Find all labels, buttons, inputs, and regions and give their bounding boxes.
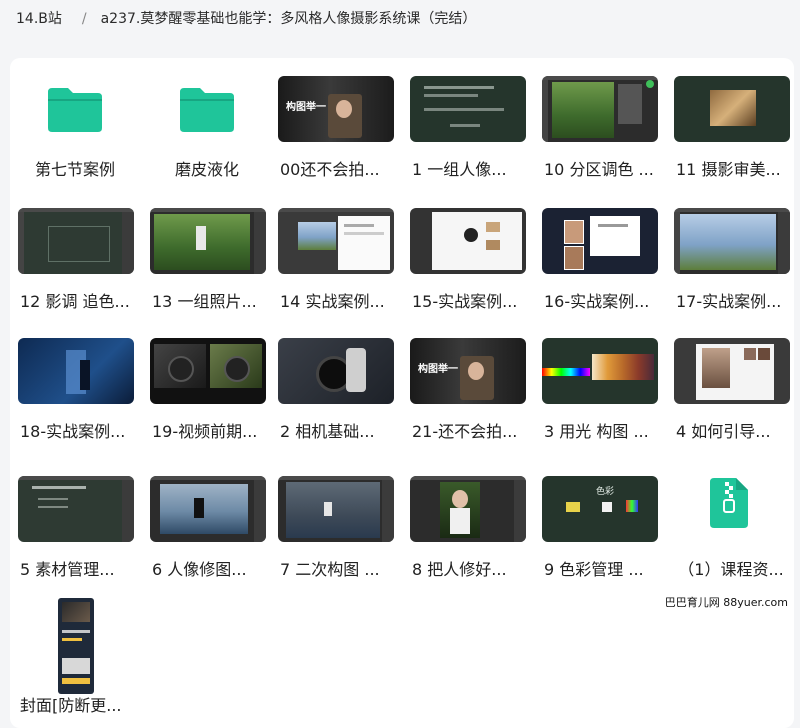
grid-item-video[interactable]: 17-实战案例... bbox=[670, 194, 792, 316]
item-label: 11 摄影审美... bbox=[676, 160, 781, 179]
video-thumbnail bbox=[18, 338, 134, 404]
item-label: 18-实战案例... bbox=[20, 422, 126, 441]
grid-item-video[interactable]: 10 分区调色 ... bbox=[538, 62, 660, 184]
grid-item-video[interactable]: 8 把人修好... bbox=[406, 462, 528, 584]
folder-icon bbox=[48, 88, 102, 132]
item-label: （1）课程资... bbox=[678, 560, 784, 579]
grid-item-video[interactable]: 5 素材管理... bbox=[14, 462, 136, 584]
video-thumbnail bbox=[150, 476, 266, 542]
grid-item-video[interactable]: 构图举一 21-还不会拍... bbox=[406, 324, 528, 446]
item-label: 21-还不会拍... bbox=[412, 422, 518, 441]
video-thumbnail bbox=[410, 76, 526, 142]
video-thumbnail: 构图举一 bbox=[278, 76, 394, 142]
grid-item-video[interactable]: 12 影调 追色... bbox=[14, 194, 136, 316]
watermark: 巴巴育儿网 88yuer.com bbox=[664, 596, 788, 609]
grid-item-video[interactable]: 15-实战案例... bbox=[406, 194, 528, 316]
grid-item-video[interactable]: 11 摄影审美... bbox=[670, 62, 792, 184]
video-thumbnail bbox=[674, 76, 790, 142]
zip-file-icon bbox=[710, 478, 748, 528]
folder-icon bbox=[180, 88, 234, 132]
grid-item-video[interactable]: 18-实战案例... bbox=[14, 324, 136, 446]
video-thumbnail bbox=[410, 476, 526, 542]
breadcrumb: 14.B站 / a237.莫梦醒零基础也能学：多风格人像摄影系统课（完结） bbox=[16, 8, 476, 30]
video-thumbnail bbox=[674, 338, 790, 404]
item-label: 17-实战案例... bbox=[676, 292, 782, 311]
grid-item-video[interactable]: 6 人像修图... bbox=[146, 462, 268, 584]
item-label: 第七节案例 bbox=[34, 160, 115, 179]
item-label: 1 一组人像... bbox=[412, 160, 507, 179]
video-thumbnail bbox=[18, 476, 134, 542]
item-label: 7 二次构图 ... bbox=[280, 560, 380, 579]
video-thumbnail bbox=[18, 208, 134, 274]
breadcrumb-current: a237.莫梦醒零基础也能学：多风格人像摄影系统课（完结） bbox=[100, 11, 477, 27]
grid-item-video[interactable]: 色彩 9 色彩管理 ... bbox=[538, 462, 660, 584]
item-label: 19-视频前期... bbox=[152, 422, 258, 441]
video-thumbnail: 色彩 bbox=[542, 476, 658, 542]
item-label: 5 素材管理... bbox=[20, 560, 115, 579]
file-grid: 第七节案例 磨皮液化 构图举一 00还不会拍... 1 一组人像... 10 分… bbox=[10, 58, 794, 728]
grid-item-image[interactable]: 封面[防断更... bbox=[14, 598, 136, 722]
cover-thumbnail bbox=[58, 598, 94, 694]
grid-item-video[interactable]: 14 实战案例... bbox=[274, 194, 396, 316]
item-label: 2 相机基础... bbox=[280, 422, 375, 441]
item-label: 3 用光 构图 ... bbox=[544, 422, 649, 441]
video-thumbnail bbox=[410, 208, 526, 274]
thumb-overlay-text: 构图举一 bbox=[418, 364, 458, 375]
grid-item-zip[interactable]: （1）课程资... bbox=[670, 462, 792, 584]
item-label: 16-实战案例... bbox=[544, 292, 650, 311]
grid-item-video[interactable]: 1 一组人像... bbox=[406, 62, 528, 184]
grid-item-video[interactable]: 19-视频前期... bbox=[146, 324, 268, 446]
item-label: 8 把人修好... bbox=[412, 560, 507, 579]
video-thumbnail: 构图举一 bbox=[410, 338, 526, 404]
video-thumbnail bbox=[542, 338, 658, 404]
grid-item-video[interactable]: 13 一组照片... bbox=[146, 194, 268, 316]
video-thumbnail bbox=[278, 208, 394, 274]
grid-item-video[interactable]: 3 用光 构图 ... bbox=[538, 324, 660, 446]
item-label: 00还不会拍... bbox=[280, 160, 380, 179]
item-label: 6 人像修图... bbox=[152, 560, 247, 579]
breadcrumb-parent[interactable]: 14.B站 bbox=[16, 11, 62, 27]
item-label: 13 一组照片... bbox=[152, 292, 257, 311]
item-label: 10 分区调色 ... bbox=[544, 160, 654, 179]
item-label: 12 影调 追色... bbox=[20, 292, 130, 311]
grid-item-video[interactable]: 16-实战案例... bbox=[538, 194, 660, 316]
video-thumbnail bbox=[278, 338, 394, 404]
video-thumbnail bbox=[542, 76, 658, 142]
breadcrumb-separator: / bbox=[81, 11, 87, 27]
item-label: 磨皮液化 bbox=[174, 160, 239, 179]
grid-item-folder[interactable]: 第七节案例 bbox=[14, 62, 136, 184]
video-thumbnail bbox=[150, 338, 266, 404]
item-label: 9 色彩管理 ... bbox=[544, 560, 644, 579]
grid-item-video[interactable]: 构图举一 00还不会拍... bbox=[274, 62, 396, 184]
video-thumbnail bbox=[542, 208, 658, 274]
grid-item-video[interactable]: 2 相机基础... bbox=[274, 324, 396, 446]
thumb-overlay-text: 构图举一 bbox=[286, 102, 326, 113]
grid-item-video[interactable]: 7 二次构图 ... bbox=[274, 462, 396, 584]
video-thumbnail bbox=[278, 476, 394, 542]
video-thumbnail bbox=[150, 208, 266, 274]
video-thumbnail bbox=[674, 208, 790, 274]
item-label: 4 如何引导... bbox=[676, 422, 771, 441]
file-grid-panel: 第七节案例 磨皮液化 构图举一 00还不会拍... 1 一组人像... 10 分… bbox=[10, 58, 794, 728]
item-label: 15-实战案例... bbox=[412, 292, 518, 311]
item-label: 14 实战案例... bbox=[280, 292, 385, 311]
item-label: 封面[防断更... bbox=[20, 696, 122, 715]
grid-item-folder[interactable]: 磨皮液化 bbox=[146, 62, 268, 184]
grid-item-video[interactable]: 4 如何引导... bbox=[670, 324, 792, 446]
thumb-overlay-text: 色彩 bbox=[596, 487, 615, 497]
